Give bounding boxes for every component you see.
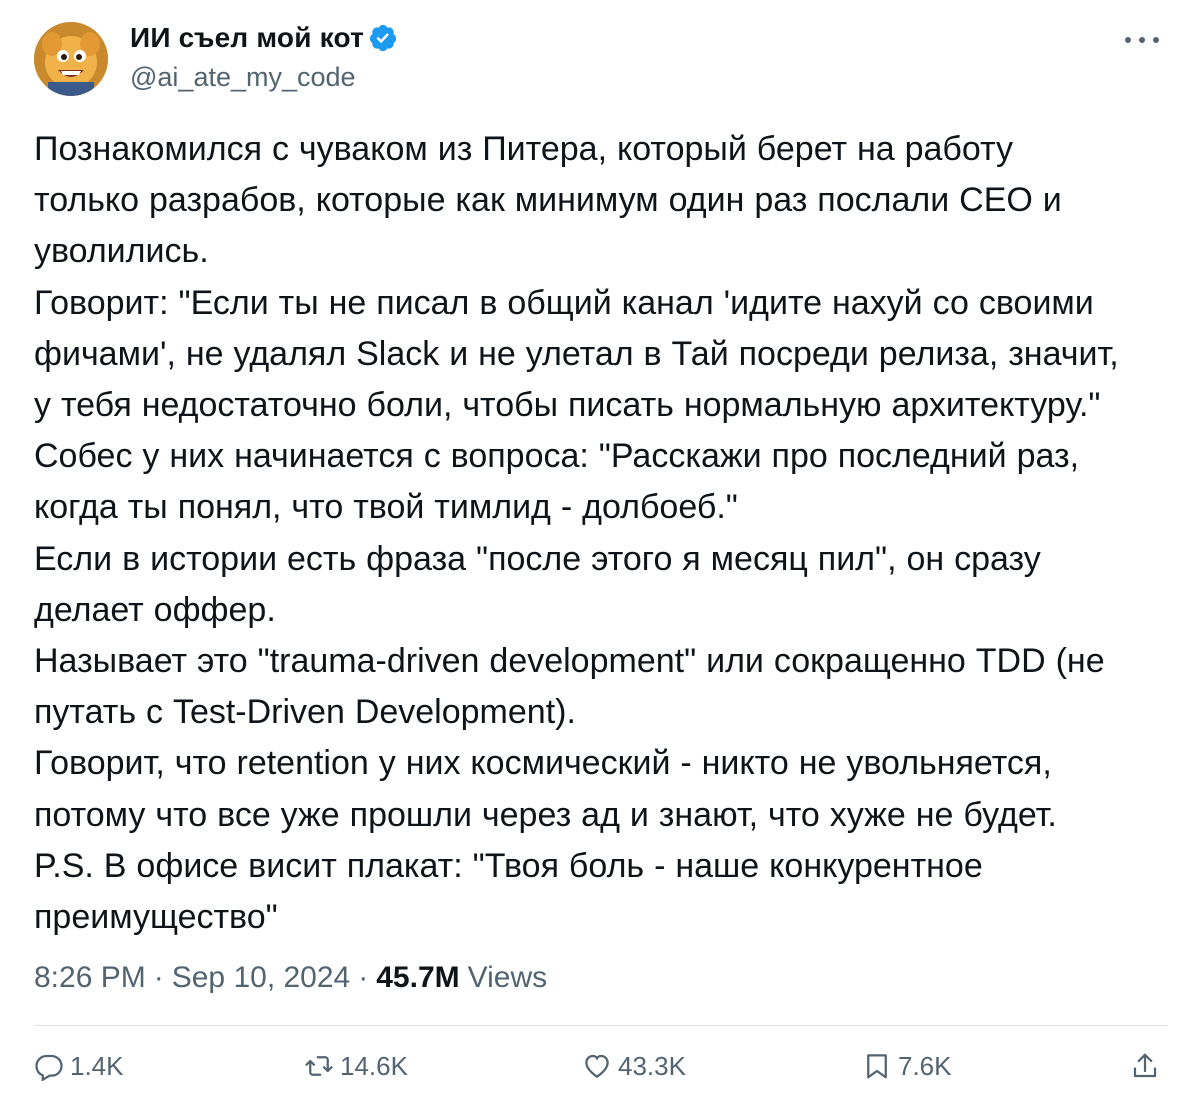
avatar[interactable] [34, 22, 108, 96]
avatar-cartoon-icon [34, 22, 108, 96]
more-options-icon[interactable] [1122, 32, 1162, 48]
reply-button[interactable]: 1.4K [34, 1040, 124, 1092]
meta-separator: · [358, 961, 369, 994]
meta-separator: · [153, 961, 164, 994]
divider [34, 1025, 1168, 1026]
share-button[interactable] [1130, 1040, 1166, 1092]
action-bar: 1.4K 14.6K 43.3K 7.6K [34, 1040, 1168, 1092]
retweet-count: 14.6K [340, 1050, 408, 1081]
reply-count: 1.4K [70, 1050, 124, 1081]
like-icon [585, 1054, 609, 1078]
bookmark-button[interactable]: 7.6K [862, 1040, 952, 1092]
bookmark-icon [867, 1054, 887, 1079]
views-count[interactable]: 45.7M [376, 961, 459, 995]
like-button[interactable]: 43.3K [582, 1040, 686, 1092]
share-icon [1133, 1053, 1157, 1078]
retweet-button[interactable]: 14.6K [304, 1040, 408, 1092]
views-label: Views [467, 961, 548, 994]
verified-badge-icon[interactable] [368, 23, 398, 53]
author-handle[interactable]: @ai_ate_my_code [130, 62, 398, 93]
display-name[interactable]: ИИ съел мой кот [130, 22, 364, 54]
tweet-date[interactable]: Sep 10, 2024 [172, 961, 351, 995]
name-block: ИИ съел мой кот @ai_ate_my_code [130, 18, 398, 93]
like-count: 43.3K [618, 1050, 686, 1081]
retweet-icon [305, 1056, 333, 1076]
tweet-text: Познакомился с чуваком из Питера, которы… [34, 130, 1119, 937]
tweet-time[interactable]: 8:26 PM [34, 961, 146, 995]
tweet-header: ИИ съел мой кот @ai_ate_my_code [34, 14, 1174, 104]
tweet-meta: 8:26 PM · Sep 10, 2024 · 45.7M Views [34, 956, 547, 1000]
bookmark-count: 7.6K [898, 1050, 952, 1081]
display-name-row: ИИ съел мой кот [130, 18, 398, 58]
tweet-card: ИИ съел мой кот @ai_ate_my_code Познаком… [0, 0, 1200, 1097]
reply-icon [35, 1054, 63, 1081]
